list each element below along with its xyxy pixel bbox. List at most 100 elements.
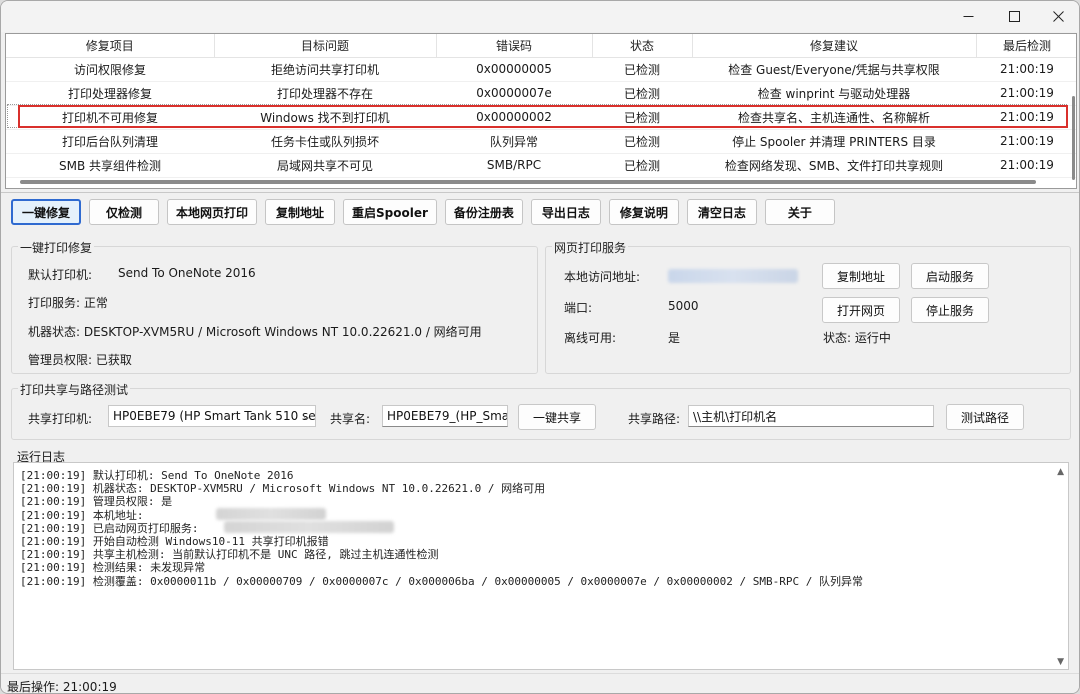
admin-permission: 管理员权限: 已获取 [28, 353, 132, 367]
about-button[interactable]: 关于 [764, 199, 835, 225]
table-row-selected[interactable]: 打印机不可用修复 Windows 找不到打印机 0x00000002 已检测 检… [6, 105, 1076, 130]
table-cell: 21:00:19 [976, 57, 1076, 82]
table-cell: 拒绝访问共享打印机 [214, 57, 436, 82]
table-cell: 任务卡住或队列损坏 [214, 129, 436, 154]
share-name-label: 共享名: [330, 412, 371, 426]
table-cell: 打印处理器修复 [6, 81, 214, 106]
local-address-label: 本地访问地址: [564, 270, 641, 284]
table-cell: 已检测 [592, 129, 692, 154]
test-path-button[interactable]: 测试路径 [946, 404, 1024, 430]
copy-address-button[interactable]: 复制地址 [822, 263, 900, 289]
offline-value: 是 [668, 331, 681, 345]
one-click-repair-button[interactable]: 一键修复 [11, 199, 81, 225]
log-textarea[interactable]: [21:00:19] 默认打印机: Send To OneNote 2016 [2… [13, 462, 1069, 670]
group-title: 一键打印修复 [18, 239, 95, 256]
table-cell: 访问权限修复 [6, 57, 214, 82]
last-operation: 最后操作: 21:00:19 [7, 680, 117, 694]
main-window: 修复项目 目标问题 错误码 状态 修复建议 最后检测 访问权限修复 拒绝访问共享… [0, 0, 1080, 694]
table-cell: 21:00:19 [976, 105, 1076, 130]
clear-log-button[interactable]: 清空日志 [686, 199, 757, 225]
column-header-target[interactable]: 目标问题 [214, 34, 437, 58]
table-cell: 检查 winprint 与驱动处理器 [692, 81, 976, 106]
share-name-input[interactable]: HP0EBE79_(HP_Smart_ [382, 405, 508, 427]
log-line: [21:00:19] 检测覆盖: 0x0000011b / 0x00000709… [20, 574, 863, 588]
horizontal-scrollbar[interactable] [20, 180, 1036, 184]
close-button[interactable] [1035, 1, 1079, 32]
table-cell: Windows 找不到打印机 [214, 105, 436, 130]
backup-registry-button[interactable]: 备份注册表 [444, 199, 523, 225]
table-cell: 0x00000002 [436, 105, 592, 130]
repair-items-table[interactable]: 修复项目 目标问题 错误码 状态 修复建议 最后检测 访问权限修复 拒绝访问共享… [5, 33, 1077, 189]
table-cell: SMB/RPC [436, 153, 592, 178]
toolbar: 一键修复 仅检测 本地网页打印 复制地址 重启Spooler 备份注册表 导出日… [11, 199, 835, 225]
log-line: [21:00:19] 本机地址: [20, 508, 144, 522]
column-header-last-check[interactable]: 最后检测 [976, 34, 1076, 58]
log-lines: [21:00:19] 默认打印机: Send To OneNote 2016 [2… [20, 469, 863, 588]
group-title: 打印共享与路径测试 [18, 381, 131, 398]
table-cell: 21:00:19 [976, 153, 1076, 178]
log-line: [21:00:19] 共享主机检测: 当前默认打印机不是 UNC 路径, 跳过主… [20, 548, 439, 562]
close-icon [1052, 11, 1064, 22]
chevron-down-icon: ⌄ [301, 410, 311, 423]
scroll-down-icon[interactable]: ▼ [1057, 657, 1064, 667]
table-row[interactable]: 访问权限修复 拒绝访问共享打印机 0x00000005 已检测 检查 Guest… [6, 57, 1076, 82]
table-cell: 已检测 [592, 105, 692, 130]
share-printer-label: 共享打印机: [28, 412, 93, 426]
log-line: [21:00:19] 默认打印机: Send To OneNote 2016 [20, 469, 294, 482]
column-header-code[interactable]: 错误码 [436, 34, 593, 58]
maximize-icon [1008, 11, 1020, 22]
table-cell: 已检测 [592, 81, 692, 106]
start-service-button[interactable]: 启动服务 [911, 263, 989, 289]
default-printer-label: 默认打印机: [28, 268, 93, 282]
detect-only-button[interactable]: 仅检测 [89, 199, 159, 225]
share-printer-value: HP0EBE79 (HP Smart Tank 510 se [113, 409, 316, 423]
title-bar [1, 1, 1079, 32]
table-cell: 已检测 [592, 57, 692, 82]
maximize-button[interactable] [991, 1, 1037, 32]
table-cell: 21:00:19 [976, 81, 1076, 106]
log-line: [21:00:19] 管理员权限: 是 [20, 495, 173, 509]
column-header-item[interactable]: 修复项目 [6, 34, 215, 58]
service-status: 状态: 运行中 [823, 331, 891, 345]
local-address-value-redacted [668, 269, 798, 283]
export-log-button[interactable]: 导出日志 [530, 199, 601, 225]
table-cell: 队列异常 [436, 129, 592, 154]
vertical-scrollbar[interactable] [1072, 96, 1075, 180]
machine-state: 机器状态: DESKTOP-XVM5RU / Microsoft Windows… [28, 325, 482, 339]
log-line: [21:00:19] 开始自动检测 Windows10-11 共享打印机报错 [20, 535, 329, 549]
column-header-status[interactable]: 状态 [592, 34, 693, 58]
open-webpage-button[interactable]: 打开网页 [822, 297, 900, 323]
table-cell: 打印后台队列清理 [6, 129, 214, 154]
share-group: 打印共享与路径测试 共享打印机: HP0EBE79 (HP Smart Tank… [11, 381, 1071, 440]
table-cell: 打印处理器不存在 [214, 81, 436, 106]
minimize-button[interactable] [945, 1, 991, 32]
divider [1, 192, 1079, 193]
status-bar: 最后操作: 21:00:19 [1, 673, 1079, 694]
table-cell: 0x0000007e [436, 81, 592, 106]
scroll-up-icon[interactable]: ▲ [1057, 467, 1064, 477]
one-click-share-button[interactable]: 一键共享 [518, 404, 596, 430]
share-path-input[interactable]: \\主机\打印机名 [688, 405, 934, 427]
table-cell: 检查网络发现、SMB、文件打印共享规则 [692, 153, 976, 178]
log-line: [21:00:19] 检测结果: 未发现异常 [20, 561, 206, 575]
stop-service-button[interactable]: 停止服务 [911, 297, 989, 323]
restart-spooler-button[interactable]: 重启Spooler [343, 199, 437, 225]
table-cell: 局域网共享不可见 [214, 153, 436, 178]
table-cell: 打印机不可用修复 [6, 105, 214, 130]
service-address-redacted [224, 521, 394, 533]
table-cell: 检查共享名、主机连通性、名称解析 [692, 105, 976, 130]
table-row[interactable]: 打印后台队列清理 任务卡住或队列损坏 队列异常 已检测 停止 Spooler 并… [6, 129, 1076, 154]
port-label: 端口: [564, 301, 593, 315]
print-service-status: 打印服务: 正常 [28, 296, 108, 310]
local-address-redacted [216, 508, 326, 520]
log-line: [21:00:19] 机器状态: DESKTOP-XVM5RU / Micros… [20, 482, 546, 496]
table-row[interactable]: SMB 共享组件检测 局域网共享不可见 SMB/RPC 已检测 检查网络发现、S… [6, 153, 1076, 178]
table-cell: 已检测 [592, 153, 692, 178]
offline-label: 离线可用: [564, 331, 617, 345]
share-printer-select[interactable]: HP0EBE79 (HP Smart Tank 510 se ⌄ [108, 405, 316, 427]
local-web-print-button[interactable]: 本地网页打印 [167, 199, 258, 225]
table-row[interactable]: 打印处理器修复 打印处理器不存在 0x0000007e 已检测 检查 winpr… [6, 81, 1076, 106]
repair-guide-button[interactable]: 修复说明 [608, 199, 679, 225]
copy-address-button[interactable]: 复制地址 [265, 199, 336, 225]
column-header-suggestion[interactable]: 修复建议 [692, 34, 977, 58]
